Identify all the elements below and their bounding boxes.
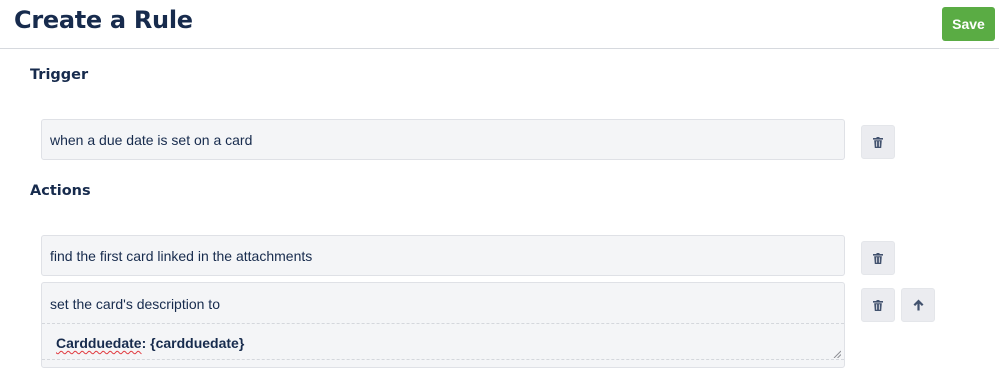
trigger-section-title: Trigger bbox=[30, 67, 89, 83]
save-button[interactable]: Save bbox=[942, 7, 995, 41]
description-placeholder-token: : {cardduedate} bbox=[141, 335, 245, 351]
delete-action-button[interactable] bbox=[861, 241, 895, 275]
trash-icon bbox=[873, 252, 883, 264]
actions-section-title: Actions bbox=[30, 183, 91, 199]
description-value: Cardduedate: {cardduedate} bbox=[56, 335, 244, 351]
delete-trigger-button[interactable] bbox=[861, 125, 895, 159]
page-header: Create a Rule Save bbox=[0, 0, 999, 49]
action-text: find the first card linked in the attach… bbox=[50, 248, 313, 264]
description-textarea[interactable]: Cardduedate: {cardduedate} bbox=[43, 324, 843, 359]
arrow-up-icon bbox=[913, 299, 923, 311]
trigger-field[interactable]: when a due date is set on a card bbox=[41, 119, 845, 160]
action-field-set-description[interactable]: set the card's description to Cardduedat… bbox=[41, 282, 845, 368]
trash-icon bbox=[873, 136, 883, 148]
divider bbox=[42, 359, 844, 360]
move-action-up-button[interactable] bbox=[901, 288, 935, 322]
action-text: set the card's description to bbox=[50, 296, 220, 312]
page-title: Create a Rule bbox=[14, 6, 193, 34]
spellcheck-word: Cardduedate bbox=[56, 335, 142, 351]
trash-icon bbox=[873, 299, 883, 311]
action-field-find-card[interactable]: find the first card linked in the attach… bbox=[41, 235, 845, 276]
trigger-text: when a due date is set on a card bbox=[50, 132, 253, 148]
resize-handle-icon[interactable] bbox=[833, 350, 841, 358]
delete-action-button[interactable] bbox=[861, 288, 895, 322]
